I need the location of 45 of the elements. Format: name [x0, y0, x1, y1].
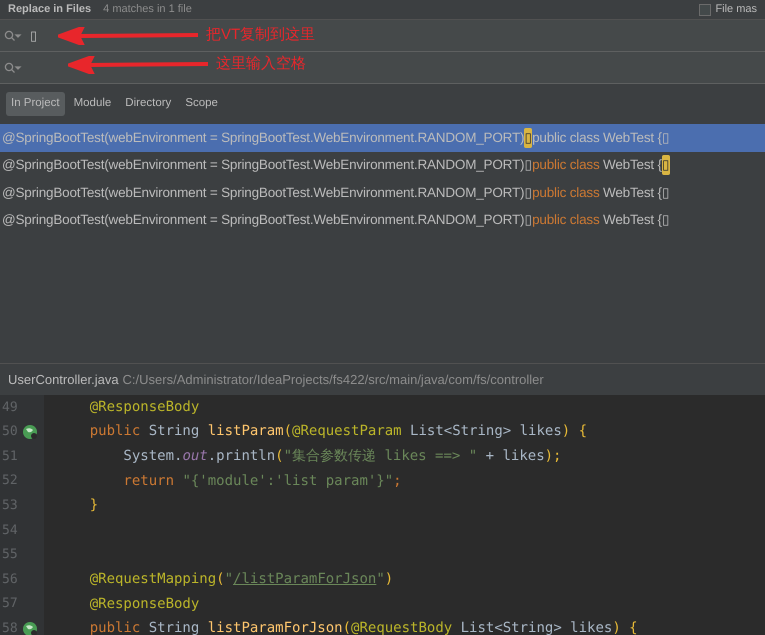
- search-icon[interactable]: [4, 30, 22, 42]
- result-text: @SpringBootTest(webEnvironment = SpringBootTest.WebEnvironment.RANDOM_PORT)▯: [2, 184, 532, 202]
- result-row[interactable]: @SpringBootTest(webEnvironment = SpringBootTest.WebEnvironment.RANDOM_PORT)▯public class WebTest {▯: [0, 179, 765, 206]
- match-highlight: ▯: [662, 155, 670, 176]
- find-value: ▯: [30, 26, 38, 45]
- match-highlight: ▯: [524, 128, 532, 148]
- dialog-title: Replace in Files: [8, 2, 92, 18]
- file-mask-label: File mas: [715, 2, 757, 18]
- code-line: @RequestMapping("/listParamForJson"): [88, 570, 394, 589]
- result-text: @SpringBootTest(webEnvironment = SpringBootTest.WebEnvironment.RANDOM_PORT)▯: [2, 211, 532, 230]
- arrow-icon: [68, 56, 208, 74]
- file-mask-checkbox[interactable]: [699, 4, 712, 16]
- code-line: public String listParamForJson(@RequestBody List<String> likes) {: [88, 619, 638, 635]
- result-text: public class WebTest {▯: [532, 128, 670, 147]
- file-name: UserController.java: [8, 370, 119, 389]
- annotation-text: 这里输入空格: [216, 54, 306, 74]
- arrow-icon: [58, 26, 198, 44]
- result-text: public class: [532, 156, 600, 174]
- result-text: @SpringBootTest(webEnvironment = SpringBootTest.WebEnvironment.RANDOM_PORT)▯: [2, 156, 532, 174]
- scope-tab[interactable]: Scope: [180, 92, 223, 116]
- file-path: C:/Users/Administrator/IdeaProjects/fs422/src/main/java/com/fs/controller: [122, 370, 544, 389]
- annotation-text: 把VT复制到这里: [206, 25, 316, 46]
- result-row[interactable]: @SpringBootTest(webEnvironment = SpringBootTest.WebEnvironment.RANDOM_PORT)▯public class WebTest {▯: [0, 152, 765, 179]
- scope-tab[interactable]: In Project: [6, 92, 65, 116]
- code-line: return "{'module':'list param'}";: [122, 472, 402, 491]
- code-line: @ResponseBody: [88, 594, 200, 614]
- find-field[interactable]: ▯ 把VT复制到这里: [0, 20, 765, 52]
- search-icon[interactable]: [4, 62, 22, 74]
- code-line: }: [88, 496, 98, 516]
- result-row[interactable]: @SpringBootTest(webEnvironment = SpringBootTest.WebEnvironment.RANDOM_PORT)▯public class WebTest {▯: [0, 206, 765, 234]
- result-text: @SpringBootTest(webEnvironment = SpringBootTest.WebEnvironment.RANDOM_PORT): [2, 128, 524, 147]
- code-line: @ResponseBody: [88, 398, 200, 417]
- match-count: 4 matches in 1 file: [103, 2, 192, 18]
- result-text: public class: [532, 184, 600, 202]
- code-line: public String listParam(@RequestParam List<String> likes) {: [88, 422, 588, 442]
- result-text: WebTest {▯: [602, 211, 670, 230]
- code-line: System.out.println("集合参数传递 likes ==> " + likes);: [122, 446, 562, 466]
- scope-tab[interactable]: Module: [68, 92, 116, 116]
- result-text: WebTest {: [602, 156, 662, 174]
- result-text: WebTest {▯: [602, 184, 670, 202]
- result-text: public class: [532, 211, 600, 230]
- scope-tab[interactable]: Directory: [120, 92, 176, 116]
- globe-icon[interactable]: [22, 620, 38, 635]
- globe-icon[interactable]: [22, 424, 38, 440]
- result-row[interactable]: @SpringBootTest(webEnvironment = SpringBootTest.WebEnvironment.RANDOM_PORT)▯public class WebTest {▯: [0, 124, 765, 152]
